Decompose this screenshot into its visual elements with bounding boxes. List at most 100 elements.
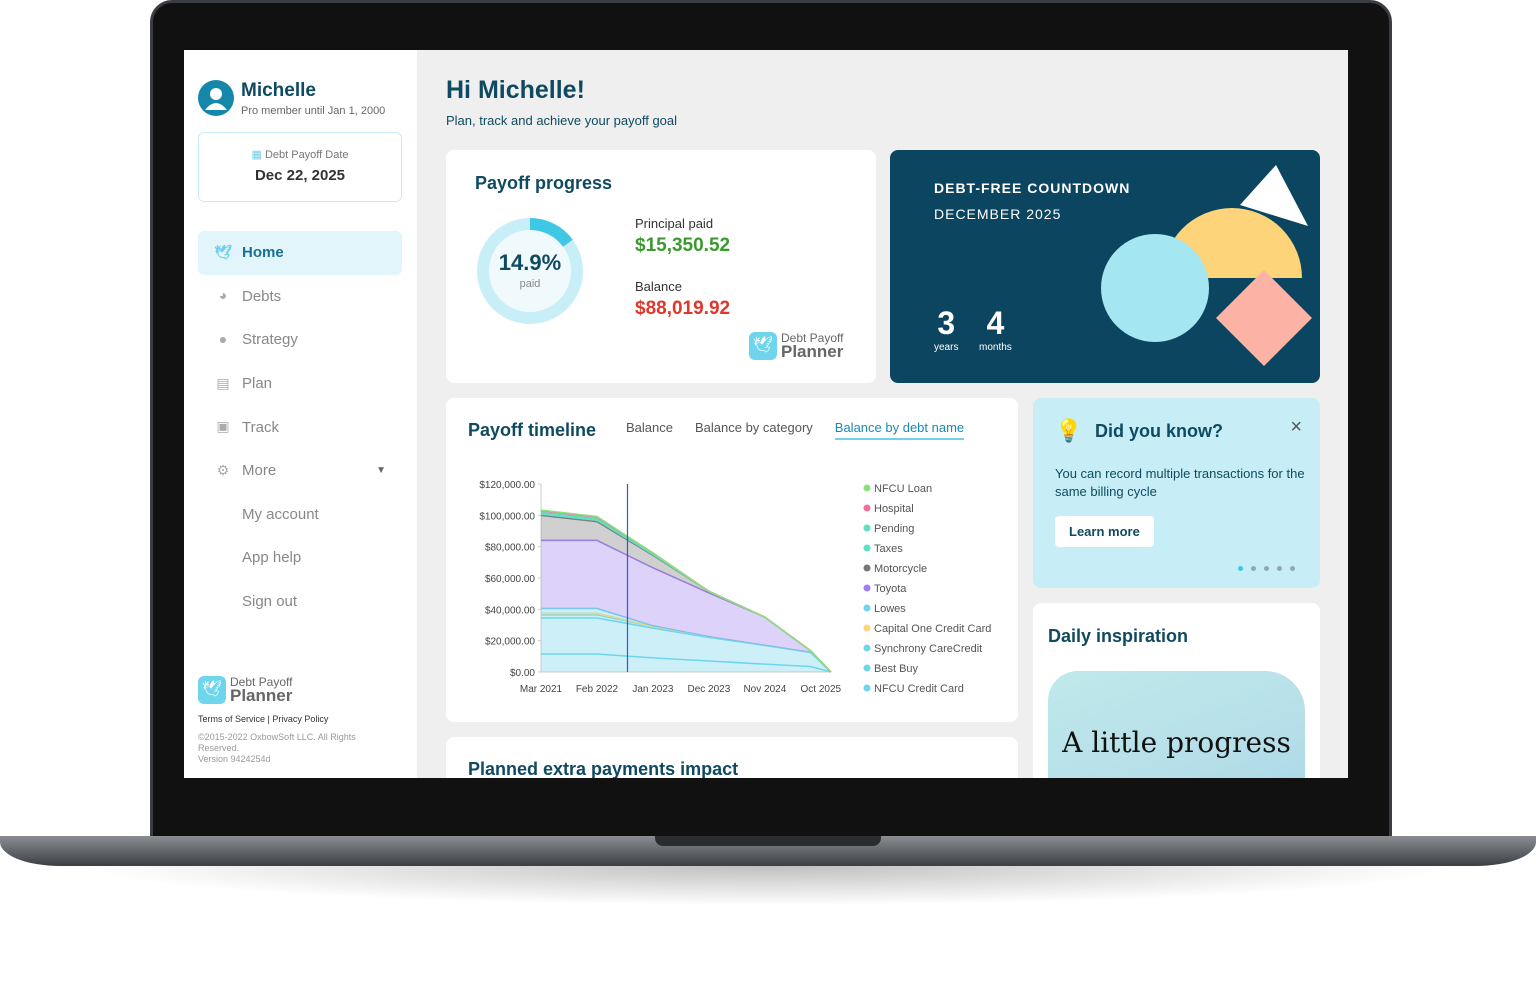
sidebar-footer: 🕊 Debt Payoff Planner Terms of Service | P… — [198, 676, 378, 765]
months-label: months — [979, 342, 1012, 353]
balance-label: Balance — [635, 279, 682, 294]
y-tick-label: $80,000.00 — [485, 543, 535, 554]
user-name: Michelle — [241, 80, 316, 101]
close-icon[interactable]: × — [1290, 416, 1302, 439]
years-value: 3 — [937, 305, 956, 341]
sidebar: Michelle Pro member until Jan 1, 2000 ▦ … — [184, 50, 417, 778]
sidebar-item-label: Plan — [242, 375, 273, 393]
inspiration-quote: A little progress — [1062, 726, 1291, 759]
card-title: Planned extra payments impact — [468, 759, 739, 778]
pie-chart-icon: ◕ — [218, 287, 228, 304]
sidebar-item-plan[interactable]: ▤ Plan — [198, 362, 402, 406]
brand-logo: 🕊 Debt Payoff Planner — [749, 332, 843, 360]
sidebar-item-more[interactable]: ⚙ More ▼ — [198, 449, 402, 493]
progress-percent-label: paid — [519, 278, 541, 290]
version: Version 9424254d — [198, 754, 271, 764]
sidebar-item-sign-out[interactable]: Sign out — [198, 580, 402, 624]
legend-label: Motorcycle — [874, 563, 927, 575]
legend-marker — [863, 624, 871, 632]
sidebar-nav: 🕊 Home ◕ Debts ● Strategy ▤ Plan ▣ Track ⚙ Mor… — [198, 231, 402, 623]
carousel-dot[interactable] — [1264, 566, 1269, 571]
legend-label: Lowes — [874, 603, 906, 615]
calendar-check-icon: ▣ — [216, 418, 230, 435]
lightbulb-icon: 💡 — [1055, 418, 1083, 443]
learn-more-button[interactable]: Learn more — [1055, 516, 1154, 547]
page-subtitle: Plan, track and achieve your payoff goal — [446, 113, 678, 128]
brand-line2: Planner — [230, 686, 293, 705]
carousel-dot[interactable] — [1290, 566, 1295, 571]
x-tick-label: Mar 2021 — [520, 684, 563, 695]
legend-marker — [863, 544, 871, 552]
page-title: Hi Michelle! — [446, 76, 585, 104]
legend-label: Toyota — [874, 583, 907, 595]
chevron-down-icon: ▼ — [376, 465, 386, 477]
x-tick-label: Oct 2025 — [801, 684, 842, 695]
principal-value: $15,350.52 — [635, 235, 731, 256]
did-you-know-card: 💡 Did you know? × You can record multipl… — [1033, 398, 1320, 588]
gears-icon: ⚙ — [216, 461, 230, 478]
lightbulb-icon: ● — [218, 330, 228, 347]
x-tick-label: Feb 2022 — [576, 684, 619, 695]
payoff-progress-card: Payoff progress 14.9% paid Principal pai… — [446, 150, 876, 383]
calendar-icon: ▦ — [251, 149, 262, 161]
sidebar-item-track[interactable]: ▣ Track — [198, 405, 402, 449]
progress-percent: 14.9% — [498, 250, 562, 275]
dove-icon: 🕊 — [214, 243, 232, 260]
legend-marker — [863, 504, 871, 512]
legend-marker — [863, 584, 871, 592]
sidebar-item-app-help[interactable]: App help — [198, 536, 402, 580]
sidebar-item-home[interactable]: 🕊 Home — [198, 231, 402, 275]
sidebar-item-label: Strategy — [242, 331, 298, 349]
y-tick-label: $20,000.00 — [485, 637, 535, 648]
legend-label: Best Buy — [874, 663, 919, 675]
card-title: Daily inspiration — [1048, 626, 1189, 646]
legend-label: Hospital — [874, 503, 914, 515]
membership-status: Pro member until Jan 1, 2000 — [241, 105, 386, 117]
carousel-dot[interactable] — [1277, 566, 1282, 571]
sidebar-item-debts[interactable]: ◕ Debts — [198, 275, 402, 319]
brand-line2: Planner — [781, 342, 844, 361]
payoff-date-box: ▦ Debt Payoff Date Dec 22, 2025 — [198, 132, 402, 202]
legend-marker — [863, 564, 871, 572]
y-tick-label: $40,000.00 — [485, 605, 535, 616]
sidebar-item-label: Track — [242, 418, 279, 436]
privacy-link[interactable]: Privacy Policy — [272, 714, 328, 724]
laptop-notch — [655, 836, 881, 846]
legend-label: NFCU Loan — [874, 483, 932, 495]
user-icon — [205, 88, 227, 110]
inspiration-image: A little progress — [1048, 671, 1305, 778]
dove-icon: 🕊 — [749, 332, 777, 360]
tip-text: You can record multiple transactions for… — [1055, 466, 1305, 499]
legend-marker — [863, 664, 871, 672]
sidebar-item-label: More — [242, 462, 277, 480]
timeline-chart: $0.00 $20,000.00 $40,000.00 $60,000.00 $80,0… — [479, 480, 991, 695]
legend-label: Taxes — [874, 543, 903, 555]
laptop-shadow — [80, 866, 1456, 906]
payoff-date-value: Dec 22, 2025 — [254, 167, 346, 184]
legend-label: NFCU Credit Card — [874, 683, 964, 695]
x-tick-label: Jan 2023 — [632, 684, 674, 695]
carousel-dot[interactable] — [1238, 566, 1243, 571]
sidebar-item-my-account[interactable]: My account — [198, 493, 402, 537]
y-tick-label: $60,000.00 — [485, 574, 535, 585]
clipboard-icon: ▤ — [216, 374, 230, 391]
sidebar-item-label: Home — [242, 244, 284, 262]
y-tick-label: $0.00 — [510, 668, 535, 679]
legend-marker — [863, 484, 871, 492]
months-value: 4 — [986, 305, 1005, 341]
years-label: years — [934, 342, 959, 353]
payoff-date-label: Debt Payoff Date — [264, 149, 349, 161]
dove-icon: 🕊 — [198, 676, 226, 704]
legend-label: Synchrony CareCredit — [874, 643, 982, 655]
avatar[interactable] — [198, 80, 234, 116]
principal-label: Principal paid — [635, 216, 714, 231]
terms-link[interactable]: Terms of Service — [198, 714, 265, 724]
sidebar-item-strategy[interactable]: ● Strategy — [198, 318, 402, 362]
card-title: Did you know? — [1095, 421, 1223, 441]
x-tick-label: Dec 2023 — [687, 684, 730, 695]
legend-marker — [863, 684, 871, 692]
carousel-dot[interactable] — [1251, 566, 1256, 571]
legend-marker — [863, 644, 871, 652]
countdown-card: DEBT-FREE COUNTDOWN DECEMBER 2025 3 years… — [890, 150, 1320, 383]
separator: | — [267, 714, 270, 724]
